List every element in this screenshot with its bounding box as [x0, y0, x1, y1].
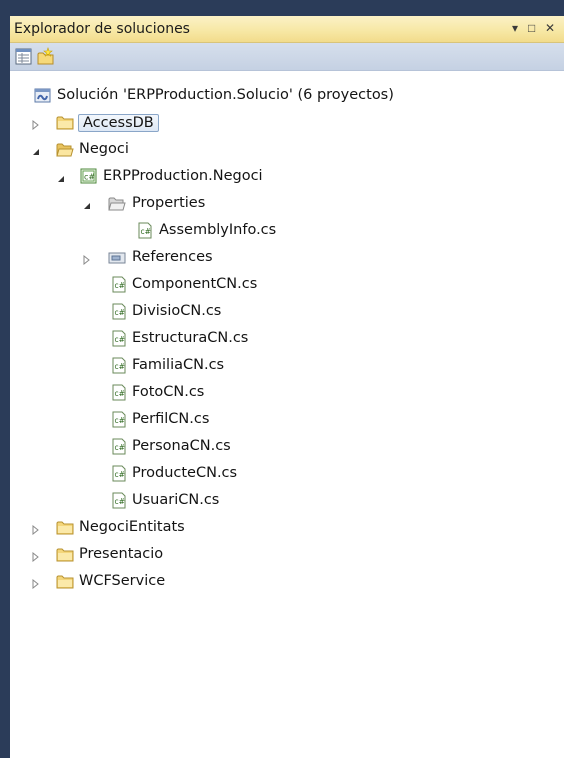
svg-text:c#: c# [115, 470, 125, 479]
tree-label-productecn: ProducteCN.cs [132, 465, 238, 481]
tree-label-negoci: Negoci [79, 141, 129, 157]
panel-title: Explorador de soluciones [14, 21, 190, 37]
tree-row-properties[interactable]: Properties [10, 192, 564, 216]
csharp-file-icon: c# [110, 438, 128, 455]
csharp-file-icon: c# [110, 411, 128, 428]
tree-label-familiacn: FamiliaCN.cs [132, 357, 225, 373]
folder-icon [56, 573, 74, 590]
solution-explorer-panel: Explorador de soluciones ▾ □ ✕ Solución … [10, 16, 564, 758]
pin-dropdown-button[interactable]: ▾ [512, 21, 518, 35]
tree-label-properties: Properties [132, 195, 206, 211]
tree-label-usuaricn: UsuariCN.cs [132, 492, 220, 508]
tree-label-wcfservice: WCFService [79, 573, 166, 589]
properties-icon[interactable] [14, 47, 34, 67]
csharp-file-icon: c# [110, 303, 128, 320]
tree-row-presentacio[interactable]: Presentacio [10, 543, 564, 567]
tree-label-references: References [132, 249, 213, 265]
tree-label-presentacio: Presentacio [79, 546, 164, 562]
tree-label-fotocn: FotoCN.cs [132, 384, 205, 400]
tree-row-wcfservice[interactable]: WCFService [10, 570, 564, 594]
tree-label-personacn: PersonaCN.cs [132, 438, 231, 454]
tree-label-negocientitats: NegociEntitats [79, 519, 185, 535]
csharp-project-icon: c# [80, 168, 98, 185]
tree-row-accessdb[interactable]: AccessDB [10, 111, 564, 135]
open-folder-icon [108, 195, 126, 212]
maximize-button[interactable]: □ [528, 21, 535, 35]
tree-row-familiacn[interactable]: c# FamiliaCN.cs [10, 354, 564, 378]
tree-row-perfilcn[interactable]: c# PerfilCN.cs [10, 408, 564, 432]
panel-titlebar[interactable]: Explorador de soluciones ▾ □ ✕ [10, 16, 564, 43]
tree-row-assemblyinfo[interactable]: c# AssemblyInfo.cs [10, 219, 564, 243]
folder-icon [56, 519, 74, 536]
tree-label-accessdb: AccessDB [78, 114, 159, 132]
svg-text:c#: c# [115, 416, 125, 425]
svg-text:c#: c# [115, 362, 125, 371]
csharp-file-icon: c# [110, 384, 128, 401]
window-frame: Explorador de soluciones ▾ □ ✕ Solución … [0, 0, 564, 758]
tree-row-references[interactable]: References [10, 246, 564, 270]
tree-row-fotocn[interactable]: c# FotoCN.cs [10, 381, 564, 405]
tree-row-negocientitats[interactable]: NegociEntitats [10, 516, 564, 540]
csharp-file-icon: c# [110, 357, 128, 374]
svg-text:c#: c# [115, 443, 125, 452]
tree-row-componentcn[interactable]: c# ComponentCN.cs [10, 273, 564, 297]
expand-arrow-icon[interactable] [31, 576, 41, 590]
folder-icon [56, 546, 74, 563]
svg-text:c#: c# [115, 335, 125, 344]
solution-label: Solución 'ERPProduction.Solucio' (6 proy… [57, 87, 394, 103]
folder-icon [56, 114, 74, 131]
tree-row-negoci[interactable]: Negoci [10, 138, 564, 162]
solution-icon [34, 87, 52, 104]
csharp-file-icon: c# [110, 492, 128, 509]
references-icon [108, 249, 126, 266]
expand-arrow-icon[interactable] [31, 522, 41, 536]
svg-text:c#: c# [115, 308, 125, 317]
svg-text:c#: c# [115, 497, 125, 506]
panel-toolbar [10, 43, 564, 71]
csharp-file-icon: c# [110, 276, 128, 293]
expand-arrow-icon[interactable] [82, 252, 92, 266]
new-folder-icon[interactable] [36, 47, 56, 67]
tree-row-usuaricn[interactable]: c# UsuariCN.cs [10, 489, 564, 513]
svg-text:c#: c# [84, 173, 95, 182]
tree-label-perfilcn: PerfilCN.cs [132, 411, 210, 427]
collapse-arrow-icon[interactable] [82, 198, 92, 209]
svg-text:c#: c# [115, 389, 125, 398]
collapse-arrow-icon[interactable] [31, 144, 41, 155]
csharp-file-icon: c# [136, 222, 154, 239]
tree-row-estructuracn[interactable]: c# EstructuraCN.cs [10, 327, 564, 351]
tree-label-divisiocn: DivisioCN.cs [132, 303, 222, 319]
tree-row-personacn[interactable]: c# PersonaCN.cs [10, 435, 564, 459]
tree-label-assemblyinfo: AssemblyInfo.cs [159, 222, 277, 238]
csharp-file-icon: c# [110, 330, 128, 347]
expand-arrow-icon[interactable] [31, 549, 41, 563]
tree-row-solution[interactable]: Solución 'ERPProduction.Solucio' (6 proy… [10, 84, 564, 108]
svg-text:c#: c# [141, 227, 151, 236]
tree-label-estructuracn: EstructuraCN.cs [132, 330, 249, 346]
collapse-arrow-icon[interactable] [56, 171, 66, 182]
open-folder-icon [56, 141, 74, 158]
tree-row-productecn[interactable]: c# ProducteCN.cs [10, 462, 564, 486]
expand-arrow-icon[interactable] [31, 117, 41, 131]
tree-label-componentcn: ComponentCN.cs [132, 276, 258, 292]
tree-row-divisiocn[interactable]: c# DivisioCN.cs [10, 300, 564, 324]
tree-label-erpproduction-negoci: ERPProduction.Negoci [103, 168, 263, 184]
svg-text:c#: c# [115, 281, 125, 290]
close-button[interactable]: ✕ [545, 21, 555, 35]
csharp-file-icon: c# [110, 465, 128, 482]
tree-row-erpproduction-negoci[interactable]: c# ERPProduction.Negoci [10, 165, 564, 189]
